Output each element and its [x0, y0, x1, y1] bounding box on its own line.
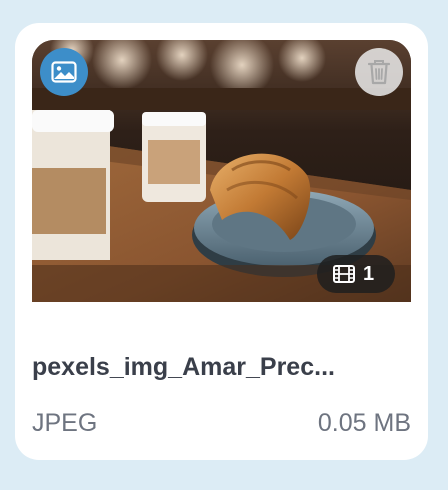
thumbnail-preview[interactable]: 1 [32, 40, 411, 302]
image-icon [51, 61, 77, 83]
frame-count: 1 [363, 262, 375, 285]
file-format: JPEG [32, 409, 98, 437]
film-icon [333, 265, 355, 283]
delete-button[interactable] [355, 48, 403, 96]
frame-count-badge: 1 [317, 255, 395, 293]
file-meta: JPEG 0.05 MB [32, 409, 411, 438]
image-type-badge [40, 48, 88, 96]
file-size: 0.05 MB [317, 409, 411, 437]
trash-icon [368, 60, 390, 85]
file-card[interactable]: 1 pexels_img_Amar_Prec... JPEG 0.05 MB [15, 23, 428, 460]
file-name: pexels_img_Amar_Prec... [32, 353, 335, 381]
